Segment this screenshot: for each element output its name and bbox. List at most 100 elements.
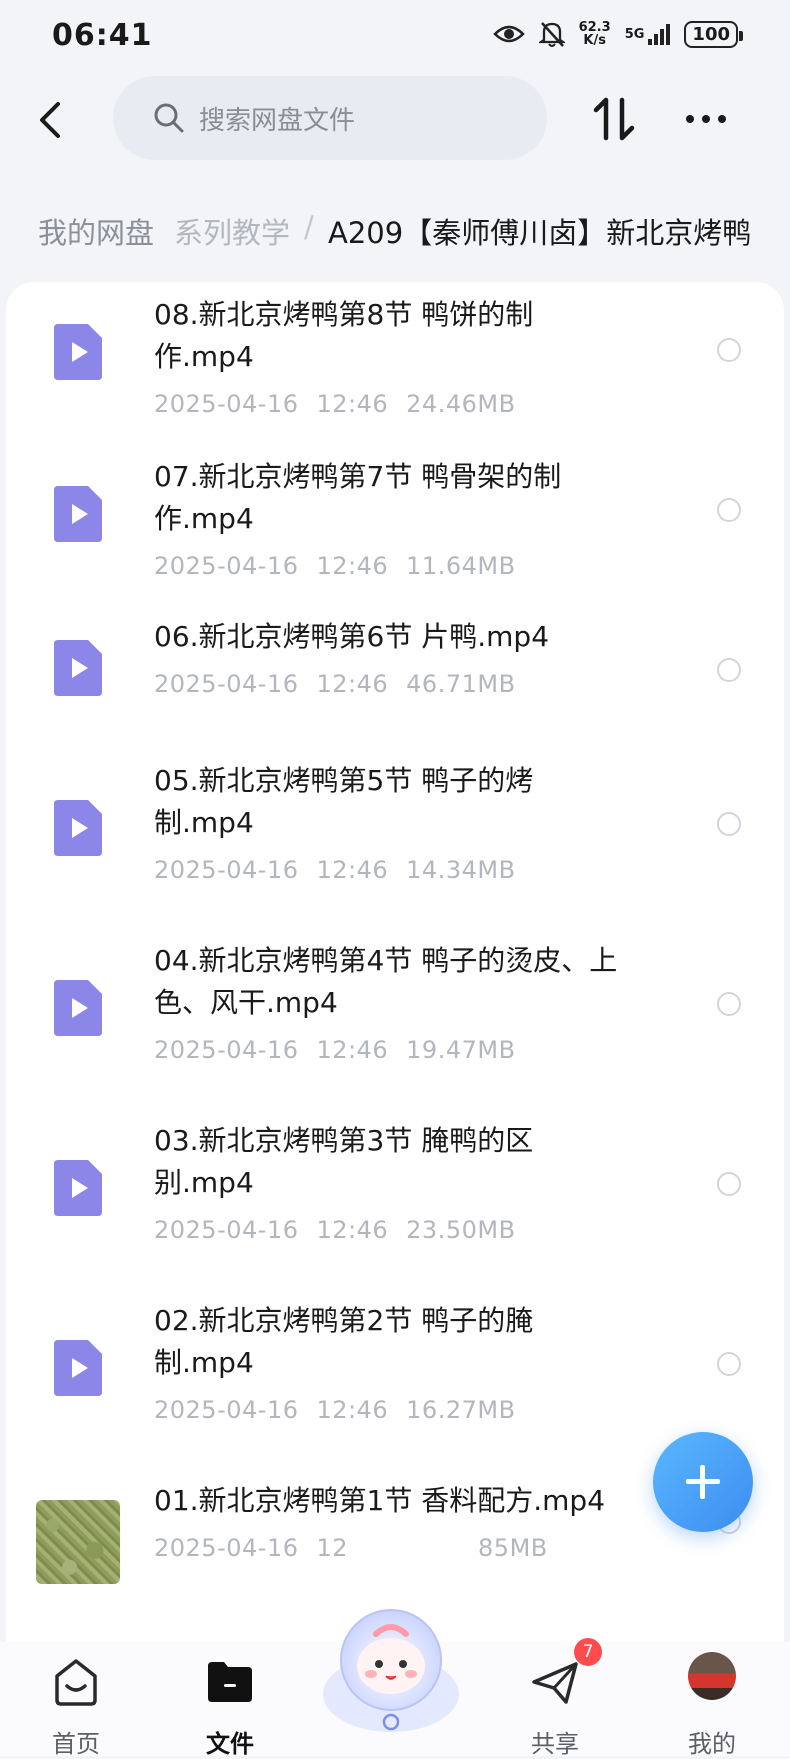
file-meta: 2025-04-16 12:46 11.64MB: [154, 552, 516, 580]
file-size: 16.27MB: [406, 1396, 516, 1424]
file-name-line1: 06.新北京烤鸭第6节 片鸭.mp4: [154, 620, 550, 653]
avatar[interactable]: [688, 1652, 736, 1700]
file-name-line1: 02.新北京烤鸭第2节 鸭子的腌: [154, 1304, 534, 1337]
file-time: 12:46: [316, 1396, 389, 1424]
eye-icon: [492, 25, 525, 43]
file-row[interactable]: 03.新北京烤鸭第3节 腌鸭的区 别.mp4 2025-04-16 12:46 23…: [6, 1120, 784, 1300]
mascot-icon[interactable]: [316, 1594, 466, 1744]
nav-share-label: 共享: [531, 1730, 579, 1758]
file-name-line1: 08.新北京烤鸭第8节 鸭饼的制: [154, 298, 534, 331]
file-name-line2: 作.mp4: [154, 340, 254, 373]
breadcrumb-separator: /: [304, 210, 314, 244]
more-icon[interactable]: [680, 94, 732, 144]
file-time: 12: [316, 1534, 349, 1562]
file-date: 2025-04-16: [154, 856, 299, 884]
select-radio[interactable]: [717, 498, 741, 522]
file-row[interactable]: 05.新北京烤鸭第5节 鸭子的烤 制.mp4 2025-04-16 12:46 14…: [6, 760, 784, 940]
file-date: 2025-04-16: [154, 1396, 299, 1424]
nav-mine-label: 我的: [688, 1730, 736, 1758]
signal-label: 5G: [624, 26, 645, 42]
file-meta: 2025-04-16 12:46 16.27MB: [154, 1396, 516, 1424]
video-file-icon: [54, 1160, 102, 1216]
file-name: 04.新北京烤鸭第4节 鸭子的烫皮、上 色、风干.mp4: [154, 940, 714, 1024]
breadcrumb: 我的网盘 系列教学 / A209【秦师傅川卤】新北京烤鸭: [0, 204, 790, 256]
image-thumbnail: [36, 1500, 120, 1584]
file-size: 85MB: [478, 1534, 548, 1562]
add-button[interactable]: [653, 1432, 753, 1532]
file-name: 03.新北京烤鸭第3节 腌鸭的区 别.mp4: [154, 1120, 674, 1204]
breadcrumb-root[interactable]: 我的网盘: [38, 210, 154, 252]
search-input[interactable]: 搜索网盘文件: [113, 76, 547, 160]
file-size: 23.50MB: [406, 1216, 516, 1244]
video-file-icon: [54, 640, 102, 696]
file-name-line1: 05.新北京烤鸭第5节 鸭子的烤: [154, 764, 534, 797]
select-radio[interactable]: [717, 1352, 741, 1376]
file-row[interactable]: 08.新北京烤鸭第8节 鸭饼的制 作.mp4 2025-04-16 12:46 24…: [6, 282, 784, 460]
nav-home[interactable]: 首页: [26, 1642, 126, 1758]
back-arrow-icon[interactable]: [28, 96, 76, 144]
net-speed-unit: K/s: [583, 33, 606, 48]
file-meta: 2025-04-16 12:46 24.46MB: [154, 390, 516, 418]
file-name-line2: 制.mp4: [154, 806, 254, 839]
nav-files[interactable]: 文件: [180, 1642, 280, 1758]
file-date: 2025-04-16: [154, 1036, 299, 1064]
file-name-line2: 色、风干.mp4: [154, 986, 338, 1019]
file-name-line1: 04.新北京烤鸭第4节 鸭子的烫皮、上: [154, 944, 618, 977]
file-date: 2025-04-16: [154, 1534, 299, 1562]
breadcrumb-current: A209【秦师傅川卤】新北京烤鸭: [328, 216, 752, 250]
file-name-line2: 作.mp4: [154, 502, 254, 535]
file-date: 2025-04-16: [154, 670, 299, 698]
nav-files-label: 文件: [206, 1730, 254, 1758]
select-radio[interactable]: [717, 812, 741, 836]
file-name: 07.新北京烤鸭第7节 鸭骨架的制 作.mp4: [154, 456, 674, 540]
status-time: 06:41: [52, 18, 153, 53]
select-radio[interactable]: [717, 658, 741, 682]
file-meta: 2025-04-16 12:46 19.47MB: [154, 1036, 516, 1064]
file-time: 12:46: [316, 552, 389, 580]
network-speed: 62.3 K/s: [579, 21, 611, 47]
file-name-line1: 07.新北京烤鸭第7节 鸭骨架的制: [154, 460, 562, 493]
file-meta: 2025-04-16 12:46 23.50MB: [154, 1216, 516, 1244]
file-name: 01.新北京烤鸭第1节 香料配方.mp4: [154, 1480, 714, 1522]
search-icon: [154, 103, 184, 133]
select-radio[interactable]: [717, 1172, 741, 1196]
file-name-line2: 别.mp4: [154, 1166, 254, 1199]
file-row[interactable]: 07.新北京烤鸭第7节 鸭骨架的制 作.mp4 2025-04-16 12:46 1…: [6, 460, 784, 620]
file-row[interactable]: 04.新北京烤鸭第4节 鸭子的烫皮、上 色、风干.mp4 2025-04-16 1…: [6, 940, 784, 1120]
mute-bell-icon: [538, 22, 565, 47]
file-name: 05.新北京烤鸭第5节 鸭子的烤 制.mp4: [154, 760, 674, 844]
file-meta: 2025-04-16 12:46 46.71MB: [154, 670, 516, 698]
video-file-icon: [54, 1340, 102, 1396]
breadcrumb-parent[interactable]: 系列教学: [174, 210, 290, 252]
file-name: 02.新北京烤鸭第2节 鸭子的腌 制.mp4: [154, 1300, 674, 1384]
paper-plane-icon: [532, 1662, 578, 1704]
search-placeholder: 搜索网盘文件: [199, 105, 356, 136]
share-badge: 7: [574, 1638, 602, 1666]
file-size: 11.64MB: [406, 552, 516, 580]
file-row[interactable]: 06.新北京烤鸭第6节 片鸭.mp4 2025-04-16 12:46 46.71M…: [6, 620, 784, 760]
signal-indicator: 5G: [625, 23, 671, 45]
file-size: 19.47MB: [406, 1036, 516, 1064]
select-radio[interactable]: [717, 338, 741, 362]
video-file-icon: [54, 800, 102, 856]
status-icons: 62.3 K/s 5G 100: [492, 20, 743, 48]
file-time: 12:46: [316, 1036, 389, 1064]
file-meta: 2025-04-16 12:46 14.34MB: [154, 856, 516, 884]
file-size: 14.34MB: [406, 856, 516, 884]
folder-icon: [208, 1662, 252, 1702]
file-date: 2025-04-16: [154, 390, 299, 418]
sort-icon[interactable]: [588, 94, 640, 144]
file-date: 2025-04-16: [154, 552, 299, 580]
file-name-line1: 01.新北京烤鸭第1节 香料配方.mp4: [154, 1484, 606, 1517]
file-size: 24.46MB: [406, 390, 516, 418]
video-file-icon: [54, 486, 102, 542]
video-file-icon: [54, 324, 102, 380]
file-time: 12:46: [316, 390, 389, 418]
file-date: 2025-04-16: [154, 1216, 299, 1244]
nav-home-label: 首页: [52, 1730, 100, 1758]
signal-bars-icon: [648, 23, 671, 45]
file-time: 12:46: [316, 670, 389, 698]
select-radio[interactable]: [717, 992, 741, 1016]
file-name-line2: 制.mp4: [154, 1346, 254, 1379]
file-time: 12:46: [316, 1216, 389, 1244]
